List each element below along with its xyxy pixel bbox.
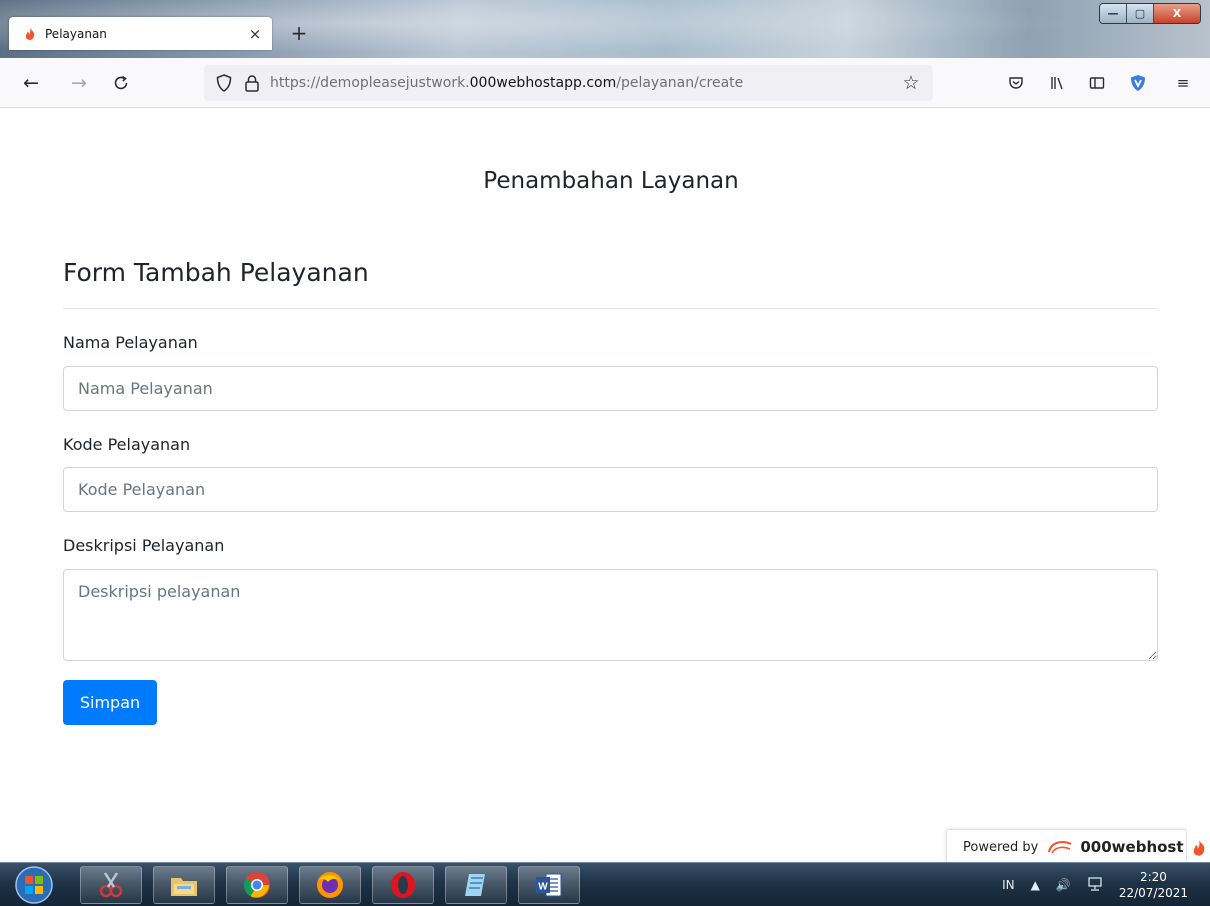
bookmark-star-icon[interactable]: ☆: [899, 72, 923, 94]
page-header-title: Penambahan Layanan: [483, 168, 739, 194]
nama-pelayanan-input[interactable]: [63, 366, 1158, 411]
browser-navbar: ← → https://demopleasejustwork.000webhos…: [0, 58, 1210, 108]
window-titlebar: Pelayanan × + — ▢ X: [0, 0, 1210, 58]
url-domain: 000webhostapp.com: [469, 75, 617, 91]
browser-tab-active[interactable]: Pelayanan ×: [9, 17, 272, 50]
tab-close-icon[interactable]: ×: [246, 25, 264, 43]
deskripsi-pelayanan-textarea[interactable]: [63, 569, 1158, 661]
maximize-button[interactable]: ▢: [1127, 4, 1154, 23]
address-bar[interactable]: https://demopleasejustwork.000webhostapp…: [204, 65, 933, 101]
window-controls: — ▢ X: [1099, 3, 1201, 24]
powered-by-text: Powered by: [963, 839, 1039, 855]
page-content: Penambahan Layanan Form Tambah Pelayanan…: [0, 109, 1210, 865]
powered-by-badge[interactable]: Powered by 000webhost: [946, 829, 1187, 865]
powered-by-brand: 000webhost: [1080, 838, 1184, 856]
clock-date: 22/07/2021: [1118, 886, 1188, 900]
close-window-button[interactable]: X: [1154, 4, 1200, 23]
library-icon[interactable]: [1045, 71, 1069, 95]
clock-time: 2:20: [1139, 870, 1167, 884]
opera-icon[interactable]: [372, 866, 434, 904]
snipping-tool-icon[interactable]: [80, 866, 142, 904]
minimize-button[interactable]: —: [1100, 4, 1127, 23]
windows-taskbar: W IN ▲ 🔊 2:20 22/07/2021: [0, 862, 1210, 906]
webhost-swirl-logo-icon: [1048, 841, 1072, 854]
back-arrow-icon[interactable]: ←: [18, 70, 44, 96]
system-tray: IN ▲ 🔊 2:20 22/07/2021: [1002, 863, 1210, 906]
lock-icon[interactable]: [244, 74, 260, 92]
hamburger-menu-icon[interactable]: ≡: [1171, 71, 1195, 95]
nama-pelayanan-label: Nama Pelayanan: [63, 333, 198, 352]
notepad-icon[interactable]: [445, 866, 507, 904]
volume-icon[interactable]: 🔊: [1056, 878, 1071, 892]
new-tab-button[interactable]: +: [287, 20, 311, 46]
url-path: /pelayanan/create: [616, 75, 744, 91]
vpn-shield-icon[interactable]: [1126, 71, 1150, 95]
file-explorer-icon[interactable]: [153, 866, 215, 904]
forward-arrow-icon[interactable]: →: [66, 70, 92, 96]
flame-favicon-icon: [25, 27, 35, 40]
svg-text:W: W: [538, 882, 548, 893]
word-icon[interactable]: W: [518, 866, 580, 904]
network-icon[interactable]: [1087, 876, 1103, 894]
sidebar-icon[interactable]: [1085, 71, 1109, 95]
kode-pelayanan-input[interactable]: [63, 467, 1158, 512]
language-indicator[interactable]: IN: [1002, 878, 1015, 892]
chrome-icon[interactable]: [226, 866, 288, 904]
form-title: Form Tambah Pelayanan: [63, 258, 369, 287]
tab-title: Pelayanan: [45, 26, 107, 41]
windows-start-orb-icon[interactable]: [8, 865, 60, 905]
simpan-button[interactable]: Simpan: [63, 680, 157, 725]
pocket-icon[interactable]: [1004, 71, 1028, 95]
firefox-icon[interactable]: [299, 866, 361, 904]
form-divider: [63, 308, 1158, 309]
webhost-flame-icon[interactable]: [1187, 831, 1210, 865]
tracking-shield-icon[interactable]: [214, 73, 234, 93]
reload-icon[interactable]: [108, 70, 134, 96]
tray-expand-arrow-icon[interactable]: ▲: [1031, 878, 1040, 892]
url-prefix: https://demopleasejustwork.: [270, 75, 470, 91]
clock[interactable]: 2:20 22/07/2021: [1119, 869, 1188, 901]
deskripsi-pelayanan-label: Deskripsi Pelayanan: [63, 536, 225, 555]
kode-pelayanan-label: Kode Pelayanan: [63, 435, 191, 454]
url-text[interactable]: https://demopleasejustwork.000webhostapp…: [270, 75, 899, 91]
